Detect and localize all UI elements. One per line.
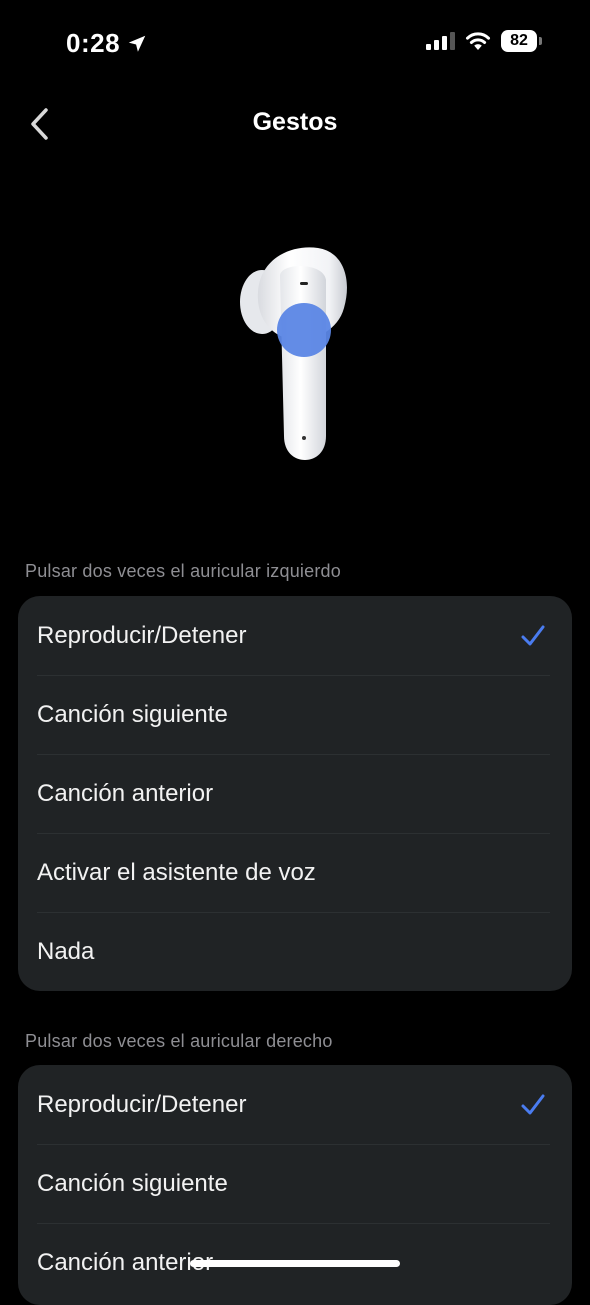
earbud-stem	[280, 265, 326, 460]
option-left-previous-track[interactable]: Canción anterior	[18, 754, 572, 833]
earbud-sensor	[300, 282, 308, 285]
battery-tip	[539, 37, 542, 45]
option-left-next-track[interactable]: Canción siguiente	[18, 675, 572, 754]
status-time: 0:28	[66, 28, 148, 59]
earbud-illustration	[240, 247, 347, 460]
checkmark-icon	[521, 1094, 545, 1114]
option-label: Reproducir/Detener	[37, 1090, 247, 1118]
checkmark-icon	[521, 625, 545, 645]
signal-icon	[426, 32, 455, 50]
option-left-play-pause[interactable]: Reproducir/Detener	[18, 596, 572, 675]
location-arrow-icon	[128, 35, 146, 52]
option-label: Canción anterior	[37, 1248, 214, 1276]
earbud-mic	[302, 436, 306, 440]
status-bar: 0:28 82	[0, 0, 590, 88]
option-label: Canción anterior	[37, 779, 214, 807]
options-card-left: Reproducir/Detener Canción siguiente Can…	[18, 596, 572, 991]
page-title: Gestos	[252, 108, 338, 136]
option-left-nothing[interactable]: Nada	[18, 912, 572, 991]
option-label: Canción siguiente	[37, 700, 228, 728]
home-indicator[interactable]	[190, 1260, 400, 1267]
option-right-next-track[interactable]: Canción siguiente	[18, 1144, 572, 1223]
wifi-icon	[466, 32, 490, 50]
nav-bar: Gestos	[0, 92, 590, 156]
section-label-right: Pulsar dos veces el auricular derecho	[25, 1031, 333, 1051]
option-label: Reproducir/Detener	[37, 621, 247, 649]
status-indicators: 82	[425, 30, 542, 52]
option-left-voice-assistant[interactable]: Activar el asistente de voz	[18, 833, 572, 912]
battery-icon: 82	[501, 30, 542, 52]
touch-area-highlight	[277, 303, 331, 357]
option-label: Nada	[37, 937, 95, 965]
section-label-left: Pulsar dos veces el auricular izquierdo	[25, 561, 341, 581]
battery-level: 82	[501, 30, 537, 52]
option-label: Canción siguiente	[37, 1169, 228, 1197]
option-label: Activar el asistente de voz	[37, 858, 316, 886]
options-card-right: Reproducir/Detener Canción siguiente Can…	[18, 1065, 572, 1305]
status-time-text: 0:28	[66, 28, 121, 58]
option-right-play-pause[interactable]: Reproducir/Detener	[18, 1065, 572, 1144]
